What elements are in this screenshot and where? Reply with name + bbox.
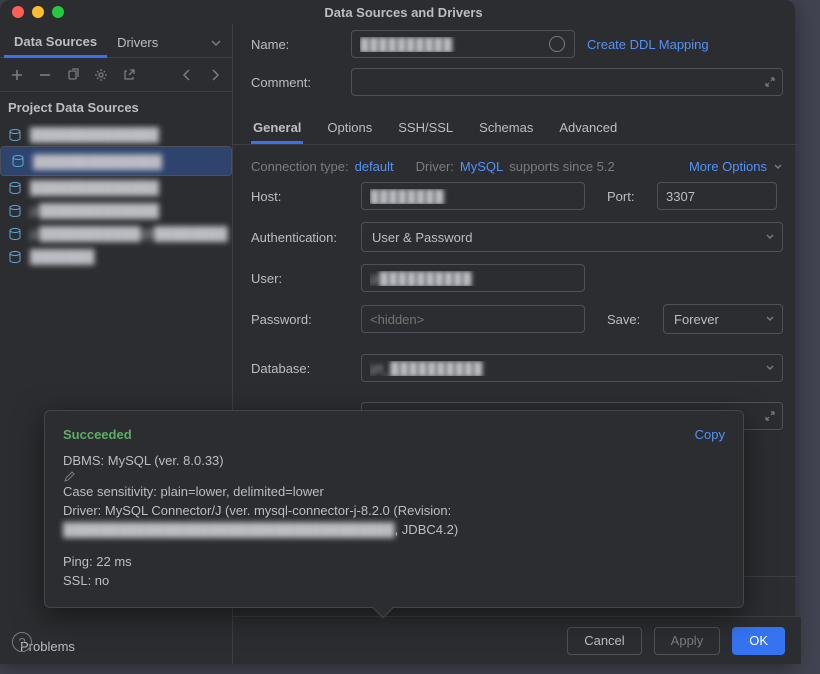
case-sensitivity-info: Case sensitivity: plain=lower, delimited… — [63, 483, 725, 502]
titlebar: Data Sources and Drivers — [0, 0, 795, 24]
ping-info: Ping: 22 ms — [63, 553, 725, 572]
user-label: User: — [251, 271, 351, 286]
name-input[interactable] — [351, 30, 575, 58]
data-source-item[interactable]: jz███████████@████████ — [0, 222, 232, 245]
name-label: Name: — [251, 37, 351, 52]
back-icon[interactable] — [180, 68, 194, 82]
copy-link[interactable]: Copy — [695, 427, 725, 442]
tab-ssh-ssl[interactable]: SSH/SSL — [396, 114, 455, 144]
ok-button[interactable]: OK — [732, 627, 785, 655]
close-window-button[interactable] — [12, 6, 24, 18]
user-input[interactable] — [361, 264, 585, 292]
datasource-icon — [8, 204, 22, 218]
more-options-link[interactable]: More Options — [689, 159, 767, 174]
tab-options[interactable]: Options — [325, 114, 374, 144]
datasource-icon — [11, 154, 25, 168]
data-source-item[interactable]: ██████████████ — [0, 123, 232, 146]
settings-icon[interactable] — [94, 68, 108, 82]
comment-input[interactable] — [351, 68, 783, 96]
cancel-button[interactable]: Cancel — [567, 627, 641, 655]
authentication-label: Authentication: — [251, 230, 351, 245]
chevron-down-icon[interactable] — [773, 162, 783, 172]
help-button[interactable]: ? — [12, 632, 32, 652]
database-label: Database: — [251, 361, 351, 376]
add-button[interactable] — [10, 68, 24, 82]
data-source-item[interactable]: jz█████████████ — [0, 199, 232, 222]
authentication-select[interactable]: User & Password — [361, 222, 783, 252]
tab-drivers[interactable]: Drivers — [107, 29, 168, 56]
duplicate-button[interactable] — [66, 68, 80, 82]
save-select[interactable]: Forever — [663, 304, 783, 334]
status-label: Succeeded — [63, 427, 132, 442]
sidebar-toolbar — [0, 58, 232, 92]
edit-icon[interactable] — [63, 471, 725, 483]
tab-advanced[interactable]: Advanced — [557, 114, 619, 144]
tabs-overflow-icon[interactable] — [204, 37, 228, 49]
datasource-icon — [8, 250, 22, 264]
data-source-item[interactable]: ██████████████ — [0, 176, 232, 199]
port-input[interactable] — [657, 182, 777, 210]
create-ddl-mapping-link[interactable]: Create DDL Mapping — [587, 37, 709, 52]
datasource-icon — [8, 227, 22, 241]
connection-meta: Connection type: default Driver: MySQL s… — [233, 145, 801, 182]
driver-link[interactable]: MySQL — [460, 159, 503, 174]
driver-info-line2: ████████████████████████████████████, JD… — [63, 521, 725, 540]
general-panel: Host: Port: Authentication: User & Passw… — [233, 182, 801, 442]
expand-icon[interactable] — [764, 410, 776, 422]
save-label: Save: — [607, 312, 653, 327]
window-title: Data Sources and Drivers — [24, 5, 783, 20]
host-input[interactable] — [361, 182, 585, 210]
sidebar-tabs: Data Sources Drivers — [0, 24, 232, 58]
tab-general[interactable]: General — [251, 114, 303, 144]
expand-icon[interactable] — [764, 76, 776, 88]
data-source-item[interactable]: ██████████████ — [0, 146, 232, 176]
apply-button: Apply — [654, 627, 721, 655]
tab-schemas[interactable]: Schemas — [477, 114, 535, 144]
password-input[interactable] — [361, 305, 585, 333]
button-bar: Cancel Apply OK — [233, 616, 801, 664]
datasource-icon — [8, 181, 22, 195]
connection-type-link[interactable]: default — [355, 159, 394, 174]
datasource-icon — [8, 128, 22, 142]
port-label: Port: — [607, 189, 647, 204]
external-link-icon[interactable] — [122, 68, 136, 82]
ssl-info: SSL: no — [63, 572, 725, 591]
remove-button[interactable] — [38, 68, 52, 82]
dbms-info: DBMS: MySQL (ver. 8.0.33) — [63, 453, 224, 468]
host-label: Host: — [251, 189, 351, 204]
tab-data-sources[interactable]: Data Sources — [4, 28, 107, 58]
forward-icon[interactable] — [208, 68, 222, 82]
password-label: Password: — [251, 312, 351, 327]
problems-section[interactable]: Problems — [0, 629, 232, 664]
driver-info-line1: Driver: MySQL Connector/J (ver. mysql-co… — [63, 502, 725, 521]
data-source-item[interactable]: ███████ — [0, 245, 232, 268]
section-header: Project Data Sources — [0, 92, 232, 123]
database-input[interactable] — [361, 354, 783, 382]
content-tabs: General Options SSH/SSL Schemas Advanced — [233, 106, 801, 145]
test-result-popup: Succeeded Copy DBMS: MySQL (ver. 8.0.33)… — [44, 410, 744, 608]
comment-label: Comment: — [251, 75, 351, 90]
